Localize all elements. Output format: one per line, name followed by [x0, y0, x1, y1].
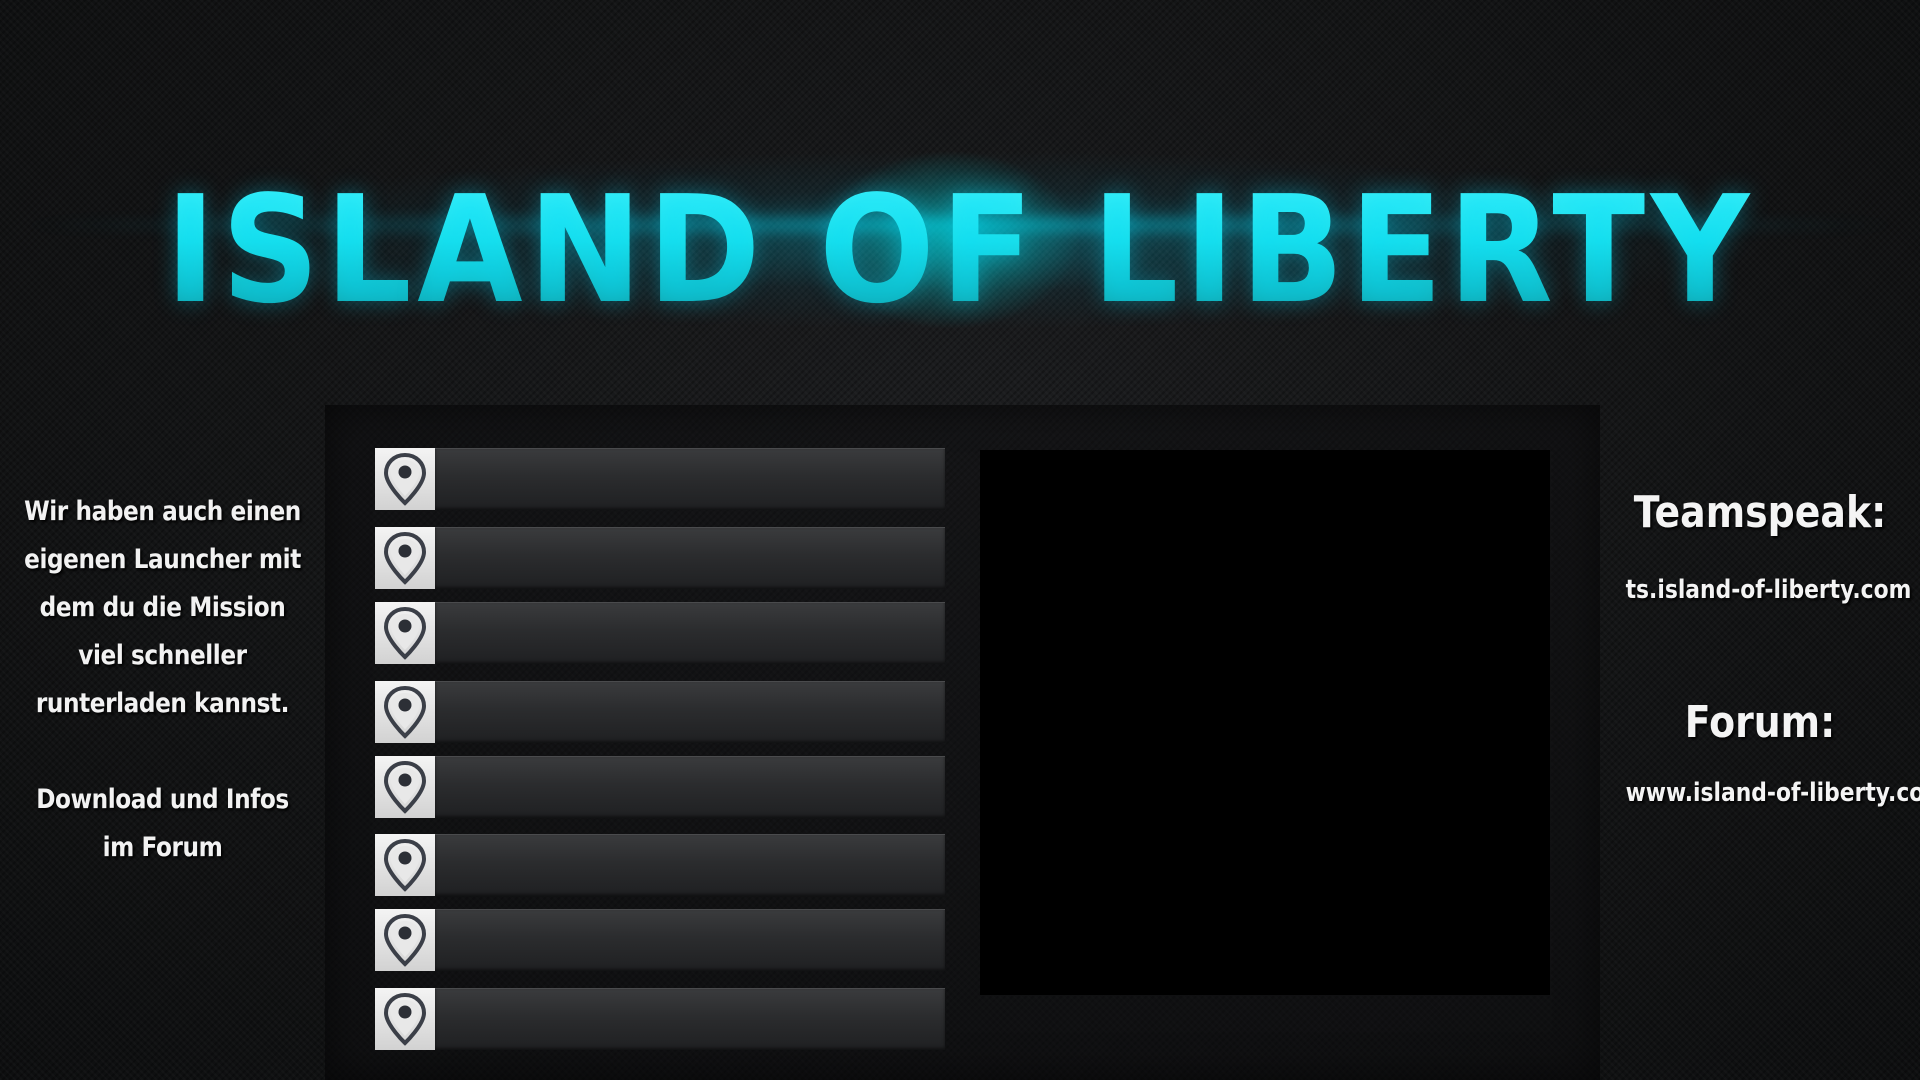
- info-line: Download und Infos: [36, 784, 289, 815]
- map-pin-icon: [375, 834, 435, 896]
- map-pin-icon: [375, 909, 435, 971]
- info-line: eigenen Launcher mit: [24, 544, 301, 575]
- location-item[interactable]: [375, 681, 945, 743]
- info-line: Wir haben auch einen: [24, 496, 301, 527]
- info-line: im Forum: [102, 832, 223, 863]
- location-label: [435, 756, 945, 818]
- map-pin-icon: [375, 681, 435, 743]
- teamspeak-heading: Teamspeak:: [1633, 487, 1887, 538]
- map-pin-icon: [375, 602, 435, 664]
- launcher-info-text: Wir haben auch einen eigenen Launcher mi…: [0, 488, 325, 872]
- location-item[interactable]: [375, 756, 945, 818]
- location-label: [435, 681, 945, 743]
- location-item[interactable]: [375, 448, 945, 510]
- map-preview-panel: [980, 450, 1550, 995]
- location-item[interactable]: [375, 909, 945, 971]
- location-label: [435, 448, 945, 510]
- location-item[interactable]: [375, 602, 945, 664]
- logo-area: ISLAND OF LIBERTY: [0, 90, 1920, 350]
- map-pin-icon: [375, 988, 435, 1050]
- info-line: viel schneller: [78, 640, 247, 671]
- location-label: [435, 988, 945, 1050]
- page-title: ISLAND OF LIBERTY: [77, 160, 1843, 340]
- location-item[interactable]: [375, 527, 945, 589]
- location-item[interactable]: [375, 834, 945, 896]
- forum-address: www.island-of-liberty.com: [1625, 778, 1920, 808]
- map-pin-icon: [375, 527, 435, 589]
- location-label: [435, 602, 945, 664]
- location-item[interactable]: [375, 988, 945, 1050]
- forum-heading: Forum:: [1684, 697, 1836, 748]
- location-label: [435, 527, 945, 589]
- info-line: dem du die Mission: [39, 592, 286, 623]
- map-pin-icon: [375, 448, 435, 510]
- location-label: [435, 834, 945, 896]
- location-label: [435, 909, 945, 971]
- info-line: runterladen kannst.: [35, 688, 290, 719]
- teamspeak-address: ts.island-of-liberty.com: [1625, 575, 1912, 605]
- map-pin-icon: [375, 756, 435, 818]
